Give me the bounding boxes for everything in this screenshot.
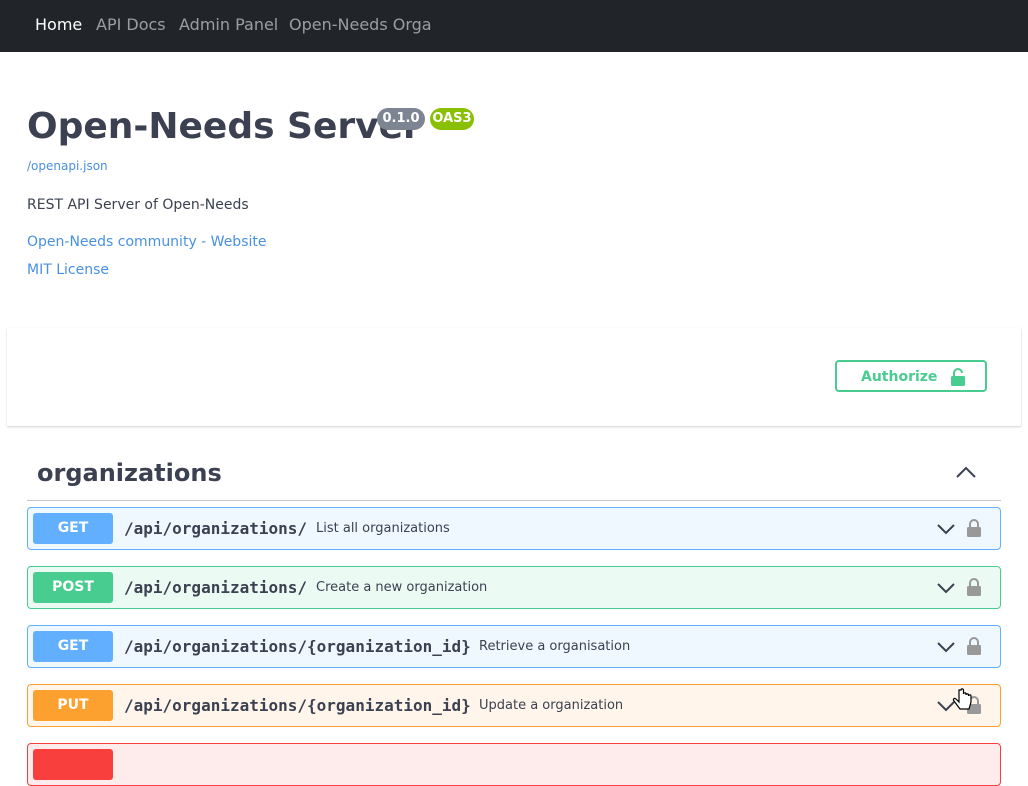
operation-summary: Retrieve a organisation — [479, 639, 631, 654]
method-badge: GET — [33, 513, 113, 544]
version-badge: 0.1.0 — [377, 108, 425, 130]
lock-icon[interactable] — [966, 636, 982, 656]
method-badge: PUT — [33, 690, 113, 721]
nav-open-needs-orga[interactable]: Open-Needs Orga — [289, 15, 432, 35]
operation-path: /api/organizations/{organization_id} — [124, 637, 471, 656]
scheme-container: Authorize — [7, 328, 1021, 426]
opblock-delete-partial[interactable] — [27, 743, 1001, 786]
lock-icon[interactable] — [966, 577, 982, 597]
authorize-label: Authorize — [861, 369, 938, 385]
chevron-up-icon[interactable] — [955, 464, 977, 480]
nav-home[interactable]: Home — [35, 15, 82, 35]
website-link[interactable]: Open-Needs community - Website — [27, 233, 266, 251]
top-navbar: Home API Docs Admin Panel Open-Needs Org… — [0, 0, 1028, 52]
opblock-get-organization-id[interactable]: GET /api/organizations/{organization_id}… — [27, 625, 1001, 668]
method-badge: GET — [33, 631, 113, 662]
chevron-down-icon[interactable] — [936, 640, 956, 654]
operation-path: /api/organizations/{organization_id} — [124, 696, 471, 715]
tag-title: organizations — [37, 459, 222, 487]
tag-header-organizations[interactable]: organizations — [27, 450, 1001, 501]
operation-path: /api/organizations/ — [124, 519, 308, 538]
opblock-put-organization-id[interactable]: PUT /api/organizations/{organization_id}… — [27, 684, 1001, 727]
openapi-json-link[interactable]: /openapi.json — [27, 158, 108, 174]
authorize-button[interactable]: Authorize — [835, 360, 987, 392]
nav-api-docs[interactable]: API Docs — [96, 15, 166, 35]
opblock-get-organizations[interactable]: GET /api/organizations/ List all organiz… — [27, 507, 1001, 550]
opblock-post-organizations[interactable]: POST /api/organizations/ Create a new or… — [27, 566, 1001, 609]
nav-admin-panel[interactable]: Admin Panel — [179, 15, 278, 35]
operation-summary: Update a organization — [479, 698, 624, 713]
chevron-down-icon[interactable] — [936, 581, 956, 595]
hand-cursor-icon — [952, 688, 972, 710]
unlock-icon — [951, 368, 965, 386]
operation-path: /api/organizations/ — [124, 578, 308, 597]
api-description: REST API Server of Open-Needs — [27, 197, 249, 213]
chevron-down-icon[interactable] — [936, 522, 956, 536]
operation-summary: List all organizations — [316, 521, 450, 536]
method-badge: POST — [33, 572, 113, 603]
method-badge — [33, 749, 113, 780]
lock-icon[interactable] — [966, 518, 982, 538]
api-title: Open-Needs Server — [27, 106, 421, 147]
operation-summary: Create a new organization — [316, 580, 488, 595]
oas-badge: OAS3 — [430, 108, 474, 130]
license-link[interactable]: MIT License — [27, 261, 109, 279]
